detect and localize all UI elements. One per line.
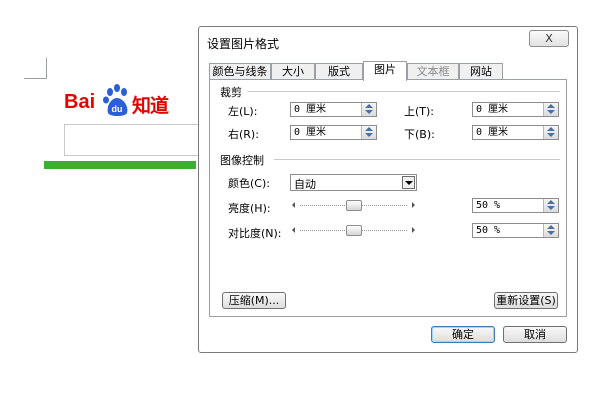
arrow-left-icon[interactable] (292, 227, 295, 233)
chevron-down-icon[interactable] (402, 176, 415, 189)
image-control-heading: 图像控制 (220, 154, 264, 167)
crop-divider (248, 91, 560, 92)
contrast-slider[interactable] (290, 224, 417, 238)
crop-left-value: 0 厘米 (294, 104, 327, 115)
crop-left-label: 左(L): (228, 105, 258, 118)
spinner-arrows-icon[interactable] (361, 126, 376, 139)
color-label: 颜色(C): (228, 177, 270, 190)
contrast-value: 50 % (476, 225, 501, 236)
crop-right-spinner[interactable]: 0 厘米 (290, 125, 377, 140)
picture-tab-panel: 裁剪 左(L): 0 厘米 上(T): 0 厘米 右(R): 0 厘米 下(B)… (209, 79, 567, 317)
crop-bottom-value: 0 厘米 (476, 127, 509, 138)
color-select-value: 自动 (294, 178, 316, 191)
brightness-label: 亮度(H): (228, 202, 271, 215)
document-corner-mark (24, 58, 47, 79)
logo-chinese-text: 知道 (132, 96, 169, 117)
crop-top-value: 0 厘米 (476, 104, 509, 115)
crop-top-spinner[interactable]: 0 厘米 (472, 102, 559, 117)
tab-colors-lines[interactable]: 颜色与线条 (209, 63, 271, 79)
ok-button[interactable]: 确定 (431, 326, 495, 343)
document-search-box (64, 124, 215, 156)
baidu-zhidao-logo: Bai du 知道 (64, 83, 184, 119)
image-control-divider (274, 159, 560, 160)
tab-web[interactable]: 网站 (459, 63, 503, 79)
crop-left-spinner[interactable]: 0 厘米 (290, 102, 377, 117)
format-picture-dialog: 设置图片格式 X 颜色与线条 大小 版式 图片 文本框 网站 裁剪 左(L): … (198, 26, 578, 353)
spinner-arrows-icon[interactable] (361, 103, 376, 116)
crop-right-label: 右(R): (228, 128, 259, 141)
cancel-button[interactable]: 取消 (503, 326, 567, 343)
spinner-arrows-icon[interactable] (543, 199, 558, 212)
reset-button[interactable]: 重新设置(S) (494, 292, 558, 309)
spinner-arrows-icon[interactable] (543, 224, 558, 237)
color-select[interactable]: 自动 (290, 174, 417, 191)
arrow-right-icon[interactable] (412, 202, 415, 208)
crop-heading: 裁剪 (220, 86, 242, 99)
crop-bottom-label: 下(B): (404, 128, 435, 141)
arrow-right-icon[interactable] (412, 227, 415, 233)
tab-layout[interactable]: 版式 (315, 63, 363, 79)
logo-latin-text: Bai (64, 91, 96, 113)
arrow-left-icon[interactable] (292, 202, 295, 208)
dialog-title: 设置图片格式 (207, 37, 280, 51)
brightness-spinner[interactable]: 50 % (472, 198, 559, 213)
crop-right-value: 0 厘米 (294, 127, 327, 138)
compress-button[interactable]: 压缩(M)... (222, 292, 286, 309)
crop-top-label: 上(T): (404, 105, 435, 118)
dialog-titlebar[interactable]: 设置图片格式 X (199, 27, 577, 55)
document-green-bar (44, 161, 196, 169)
spinner-arrows-icon[interactable] (543, 126, 558, 139)
tab-text-box: 文本框 (407, 63, 459, 79)
contrast-label: 对比度(N): (228, 227, 282, 240)
paw-text: du (112, 104, 123, 114)
paw-icon: du (103, 84, 128, 116)
slider-thumb[interactable] (345, 225, 362, 236)
tab-picture[interactable]: 图片 (363, 61, 407, 81)
tab-size[interactable]: 大小 (271, 63, 315, 79)
brightness-slider[interactable] (290, 199, 417, 213)
spinner-arrows-icon[interactable] (543, 103, 558, 116)
close-button[interactable]: X (529, 30, 569, 47)
slider-thumb[interactable] (345, 200, 362, 211)
crop-bottom-spinner[interactable]: 0 厘米 (472, 125, 559, 140)
contrast-spinner[interactable]: 50 % (472, 223, 559, 238)
brightness-value: 50 % (476, 200, 501, 211)
